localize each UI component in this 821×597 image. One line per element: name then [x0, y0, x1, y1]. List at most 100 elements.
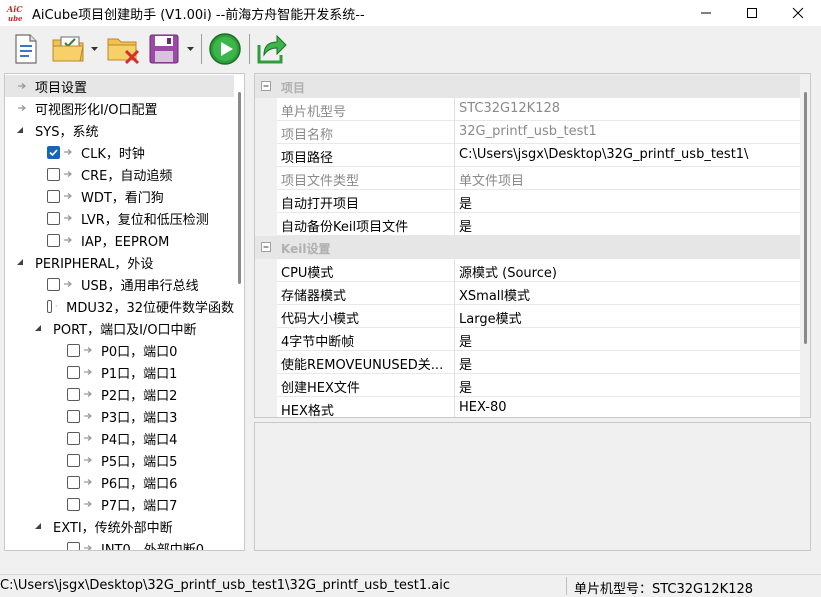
tree-item[interactable]: IAP，EEPROM [5, 229, 234, 251]
tree-item[interactable]: INT0，外部中断0 [5, 537, 234, 550]
tree-item[interactable]: WDT，看门狗 [5, 185, 234, 207]
checkbox[interactable] [47, 189, 60, 203]
grid-row[interactable]: 存储器模式 XSmall模式 [277, 282, 800, 305]
grid-property-value[interactable]: STC32G12K128 [459, 101, 560, 116]
tree-item[interactable]: 项目设置 [5, 75, 234, 97]
title-bar: AiC ube AiCube项目创建助手 (V1.00i) --前海方舟智能开发… [0, 0, 821, 26]
grid-property-name: 自动备份Keil项目文件 [281, 220, 409, 235]
tree-item[interactable]: PORT，端口及I/O口中断 [5, 317, 234, 339]
grid-property-value[interactable]: C:\Users\jsgx\Desktop\32G_printf_usb_tes… [459, 147, 748, 162]
tree-item[interactable]: P6口，端口6 [5, 471, 234, 493]
maximize-button[interactable] [729, 0, 775, 26]
grid-property-value[interactable]: 是 [459, 377, 472, 396]
grid-row[interactable]: 项目名称 32G_printf_usb_test1 [277, 121, 800, 144]
checkbox[interactable] [47, 211, 60, 225]
checkbox[interactable] [67, 409, 80, 423]
tree-item[interactable]: P7口，端口7 [5, 493, 234, 515]
grid-scrollbar-thumb[interactable] [804, 92, 807, 344]
maximize-icon [747, 8, 757, 18]
checkbox[interactable] [67, 431, 80, 445]
tree-item[interactable]: P4口，端口4 [5, 427, 234, 449]
checkbox[interactable] [67, 497, 80, 511]
folder-delete-icon [107, 38, 140, 65]
grid-row[interactable]: 项目路径 C:\Users\jsgx\Desktop\32G_printf_usb… [277, 144, 800, 167]
collapse-minus-icon[interactable] [261, 81, 271, 91]
checkbox[interactable] [67, 453, 80, 467]
export-button[interactable] [255, 31, 289, 67]
close-button[interactable] [775, 0, 821, 26]
expanded-triangle-icon[interactable] [15, 125, 25, 135]
checkbox[interactable] [47, 299, 53, 313]
checkbox[interactable] [47, 167, 60, 181]
tree-scrollbar[interactable] [234, 74, 244, 550]
tree-item[interactable]: PERIPHERAL，外设 [5, 251, 234, 273]
grid-property-value[interactable]: XSmall模式 [459, 285, 530, 304]
chevron-down-icon[interactable] [186, 43, 195, 55]
tree-item[interactable]: P0口，端口0 [5, 339, 234, 361]
property-grid[interactable]: 项目 单片机型号 STC32G12K128 项目名称 32G_printf_usb_te… [254, 73, 811, 418]
run-button[interactable] [207, 31, 243, 67]
save-project-button[interactable] [146, 31, 182, 67]
arrow-right-icon [84, 347, 93, 353]
grid-column-divider [454, 328, 455, 351]
grid-row[interactable]: 自动备份Keil项目文件 是 [277, 213, 800, 236]
checkbox[interactable] [47, 277, 60, 291]
status-chip-model: 单片机型号：STC32G12K128 [574, 582, 754, 597]
tree-item[interactable]: CRE，自动追频 [5, 163, 234, 185]
minimize-button[interactable] [683, 0, 729, 26]
checkbox[interactable] [67, 541, 80, 550]
open-project-button[interactable] [50, 31, 88, 67]
grid-scrollbar[interactable] [800, 74, 810, 417]
grid-property-value[interactable]: 是 [459, 193, 472, 212]
grid-row[interactable]: HEX格式 HEX-80 [277, 397, 800, 417]
grid-row[interactable]: 自动打开项目 是 [277, 190, 800, 213]
grid-property-value[interactable]: Large模式 [459, 308, 522, 327]
grid-row[interactable]: 创建HEX文件 是 [277, 374, 800, 397]
expanded-triangle-icon[interactable] [33, 521, 43, 531]
toolbar-separator [249, 34, 250, 64]
grid-column-divider [454, 121, 455, 144]
tree-item[interactable]: P5口，端口5 [5, 449, 234, 471]
grid-property-value[interactable]: 单文件项目 [459, 170, 524, 189]
grid-property-value[interactable]: 是 [459, 354, 472, 373]
checkbox[interactable] [47, 233, 60, 247]
grid-category[interactable]: Keil设置 [255, 236, 800, 259]
tree-item[interactable]: SYS，系统 [5, 119, 234, 141]
project-tree[interactable]: 项目设置 可视图形化I/O口配置 SYS，系统 CLK，时钟 CRE，自动追频 WDT，看… [4, 73, 245, 551]
tree-item[interactable]: 可视图形化I/O口配置 [5, 97, 234, 119]
expanded-triangle-icon[interactable] [33, 323, 43, 333]
tree-item-label: P0口，端口0 [101, 344, 178, 360]
collapse-minus-icon[interactable] [261, 242, 271, 252]
close-project-button[interactable] [106, 31, 142, 67]
checkbox[interactable] [47, 145, 60, 159]
grid-row[interactable]: 单片机型号 STC32G12K128 [277, 98, 800, 121]
tree-item[interactable]: P1口，端口1 [5, 361, 234, 383]
tree-item[interactable]: CLK，时钟 [5, 141, 234, 163]
tree-item[interactable]: P3口，端口3 [5, 405, 234, 427]
tree-item[interactable]: EXTI，传统外部中断 [5, 515, 234, 537]
grid-row[interactable]: 使能REMOVEUNUSED关... 是 [277, 351, 800, 374]
checkbox[interactable] [67, 365, 80, 379]
tree-item[interactable]: P2口，端口2 [5, 383, 234, 405]
grid-property-value[interactable]: 源模式 (Source) [459, 262, 557, 281]
tree-item-label: MDU32，32位硬件数学函数 [66, 300, 234, 316]
grid-row[interactable]: CPU模式 源模式 (Source) [277, 259, 800, 282]
checkbox[interactable] [67, 387, 80, 401]
grid-property-value[interactable]: HEX-80 [459, 400, 506, 415]
tree-item[interactable]: LVR，复位和低压检测 [5, 207, 234, 229]
checkbox[interactable] [67, 475, 80, 489]
grid-row[interactable]: 项目文件类型 单文件项目 [277, 167, 800, 190]
grid-property-value[interactable]: 是 [459, 216, 472, 235]
new-project-button[interactable] [10, 31, 42, 67]
grid-property-value[interactable]: 是 [459, 331, 472, 350]
grid-category[interactable]: 项目 [255, 75, 800, 98]
tree-scrollbar-thumb[interactable] [238, 92, 241, 284]
grid-property-value[interactable]: 32G_printf_usb_test1 [459, 124, 597, 139]
grid-row[interactable]: 代码大小模式 Large模式 [277, 305, 800, 328]
expanded-triangle-icon[interactable] [15, 257, 25, 267]
tree-item[interactable]: MDU32，32位硬件数学函数 [5, 295, 234, 317]
tree-item[interactable]: USB，通用串行总线 [5, 273, 234, 295]
grid-row[interactable]: 4字节中断帧 是 [277, 328, 800, 351]
checkbox[interactable] [67, 343, 80, 357]
chevron-down-icon[interactable] [90, 43, 99, 55]
